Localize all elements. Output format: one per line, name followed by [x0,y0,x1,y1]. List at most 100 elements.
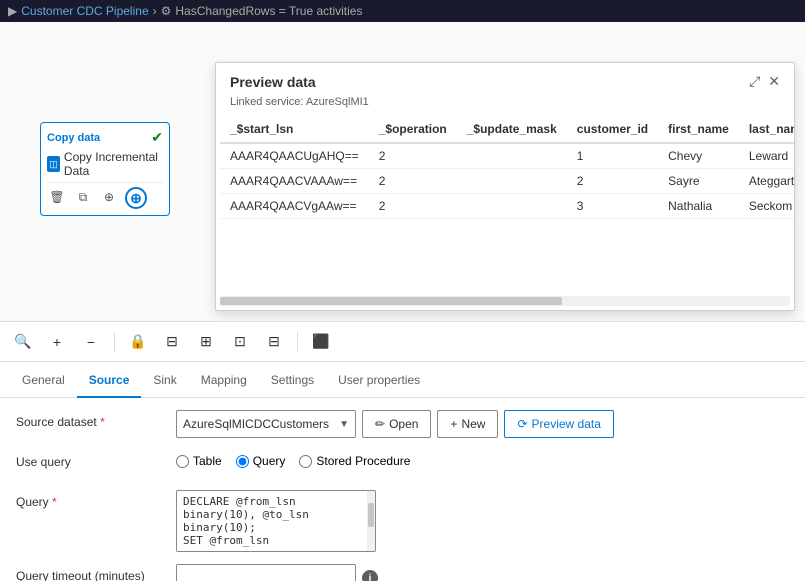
tab-sink[interactable]: Sink [141,364,188,398]
table-row: AAAR4QAACUgAHQ==21ChevyLewardcleward0@ma… [220,143,794,169]
query-required-marker: * [52,495,57,509]
cell-2-2 [457,194,567,219]
preview-modal: Preview data ⤢ ✕ Linked service: AzureSq… [215,62,795,311]
add-activity-btn[interactable]: + [44,329,70,355]
radio-table-input[interactable] [176,455,189,468]
radio-table[interactable]: Table [176,454,222,468]
table-header-row: _$start_lsn _$operation _$update_mask cu… [220,116,794,143]
cell-0-2 [457,143,567,169]
col-last-name: last_name [739,116,794,143]
preview-modal-header: Preview data ⤢ ✕ [216,63,794,96]
copy-node-actions: 🗑 ⧉ ⊕ ⊕ [47,182,163,209]
select-dropdown-icon: ▼ [339,419,349,430]
copy-node-label: Copy Incremental Data [64,150,163,178]
preview-modal-controls: ⤢ ✕ [749,73,780,90]
dataset-select-wrap[interactable]: AzureSqlMICDCCustomers ▼ [176,410,356,438]
source-dataset-control: AzureSqlMICDCCustomers ▼ ✏ Open + New ⟳ … [176,410,789,438]
cell-0-1: 2 [369,143,457,169]
breadcrumb-bar: ▶ Customer CDC Pipeline › ⚙ HasChangedRo… [0,0,805,22]
preview-linked-service: Linked service: AzureSqlMI1 [216,96,794,116]
preview-table-container[interactable]: _$start_lsn _$operation _$update_mask cu… [216,116,794,292]
node-add-activity-btn[interactable]: ⊕ [125,187,147,209]
cell-0-4: Chevy [658,143,739,169]
zoom-out-btn[interactable]: ⊡ [227,329,253,355]
cell-0-0: AAAR4QAACUgAHQ== [220,143,369,169]
remove-activity-btn[interactable]: − [78,329,104,355]
cell-2-0: AAAR4QAACVgAAw== [220,194,369,219]
node-delete-btn[interactable]: 🗑 [47,187,67,207]
new-btn[interactable]: + New [437,410,498,438]
preview-table: _$start_lsn _$operation _$update_mask cu… [220,116,794,219]
table-row: AAAR4QAACVgAAw==23NathaliaSeckomnseckom2… [220,194,794,219]
cell-1-4: Sayre [658,169,739,194]
query-timeout-input[interactable] [176,564,356,581]
copy-node-check-icon: ✔ [151,129,163,146]
preview-icon: ⟳ [517,417,527,431]
copy-node-title: Copy data [47,132,100,144]
radio-stored-procedure[interactable]: Stored Procedure [299,454,410,468]
radio-stored-procedure-input[interactable] [299,455,312,468]
query-row: Query * [16,490,789,552]
canvas-area: Copy data ✔ ◫ Copy Incremental Data 🗑 ⧉ … [0,22,805,322]
cell-1-2 [457,169,567,194]
col-customer-id: customer_id [567,116,658,143]
tab-mapping[interactable]: Mapping [189,364,259,398]
query-scrollbar[interactable] [367,491,375,551]
copy-node[interactable]: Copy data ✔ ◫ Copy Incremental Data 🗑 ⧉ … [40,122,170,216]
cell-1-3: 2 [567,169,658,194]
plus-icon: + [450,417,457,431]
format-btn[interactable]: ⊞ [193,329,219,355]
breadcrumb-icon: ▶ [8,4,17,18]
preview-horizontal-scrollbar[interactable] [220,296,790,306]
cell-2-5: Seckom [739,194,794,219]
search-btn[interactable]: 🔍 [10,329,36,355]
cell-2-1: 2 [369,194,457,219]
source-dataset-row: Source dataset * AzureSqlMICDCCustomers … [16,410,789,438]
preview-close-btn[interactable]: ✕ [768,73,780,90]
preview-data-btn[interactable]: ⟳ Preview data [504,410,613,438]
open-icon: ✏ [375,417,385,431]
breadcrumb-separator: › [153,4,157,18]
query-textarea[interactable] [177,491,375,551]
node-clone-btn[interactable]: ⊕ [99,187,119,207]
main-area: Copy data ✔ ◫ Copy Incremental Data 🗑 ⧉ … [0,22,805,581]
more-options-btn[interactable]: ⬛ [308,329,334,355]
cell-0-5: Leward [739,143,794,169]
breadcrumb-pipeline-link[interactable]: Customer CDC Pipeline [21,4,148,18]
lock-btn[interactable]: 🔒 [125,329,151,355]
cell-1-0: AAAR4QAACVAAAw== [220,169,369,194]
breadcrumb-icon2: ⚙ [161,4,172,18]
tab-settings[interactable]: Settings [259,364,326,398]
preview-expand-btn[interactable]: ⤢ [749,73,760,90]
query-control [176,490,789,552]
node-copy-btn[interactable]: ⧉ [73,187,93,207]
zoom-in-btn[interactable]: ⊟ [261,329,287,355]
tabs-bar: General Source Sink Mapping Settings Use… [0,362,805,398]
source-dataset-label: Source dataset * [16,410,176,429]
cell-2-4: Nathalia [658,194,739,219]
use-query-row: Use query Table Query Stored Procedure [16,450,789,478]
cell-2-3: 3 [567,194,658,219]
breadcrumb-activity: HasChangedRows = True activities [175,4,362,18]
timeout-info-icon[interactable]: i [362,570,378,581]
use-query-label: Use query [16,450,176,469]
radio-table-label: Table [193,454,222,468]
tab-user-properties[interactable]: User properties [326,364,432,398]
required-marker: * [100,415,105,429]
cell-1-1: 2 [369,169,457,194]
tab-general[interactable]: General [10,364,77,398]
col-update-mask: _$update_mask [457,116,567,143]
tab-source[interactable]: Source [77,364,142,398]
use-query-control: Table Query Stored Procedure [176,450,789,468]
radio-query[interactable]: Query [236,454,286,468]
query-timeout-control: i [176,564,789,581]
fit-btn[interactable]: ⊟ [159,329,185,355]
copy-node-db-icon: ◫ [47,156,60,172]
radio-query-label: Query [253,454,286,468]
table-row: AAAR4QAACVAAAw==22SayreAteggartsateggart… [220,169,794,194]
query-area-wrap [176,490,376,552]
radio-query-input[interactable] [236,455,249,468]
dataset-select[interactable]: AzureSqlMICDCCustomers [183,417,335,431]
col-first-name: first_name [658,116,739,143]
open-btn[interactable]: ✏ Open [362,410,431,438]
